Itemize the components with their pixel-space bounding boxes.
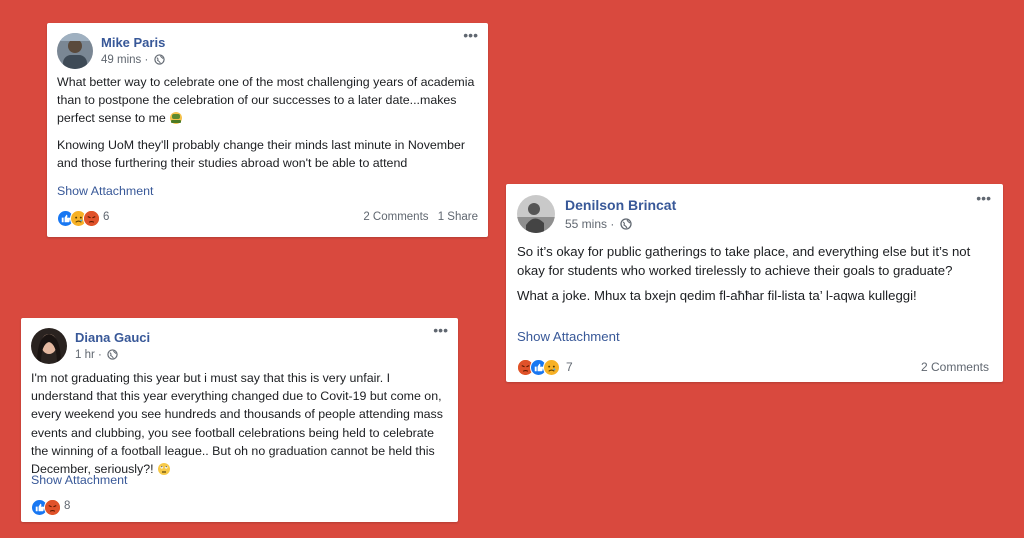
post-time[interactable]: 55 mins ·: [565, 217, 614, 231]
comments-count-link[interactable]: 2 Comments: [921, 360, 989, 374]
post-stats: 2 Comments: [915, 360, 989, 374]
post-paragraph: What a joke. Mhux ta bxejn qedim fl-aħħa…: [517, 288, 917, 303]
post-time[interactable]: 1 hr ·: [75, 349, 102, 361]
post-card-mike-paris: Mike Paris 49 mins · ••• What better way…: [47, 23, 488, 237]
post-meta: 55 mins ·: [565, 217, 632, 233]
globe-icon: [620, 218, 632, 233]
post-body: I'm not graduating this year but i must …: [31, 369, 448, 487]
post-paragraph: So it’s okay for public gatherings to ta…: [517, 244, 971, 278]
eye-roll-emoji-icon: [157, 462, 171, 481]
reaction-count: 8: [64, 500, 71, 512]
post-card-denilson-brincat: Denilson Brincat 55 mins · ••• So it’s o…: [506, 184, 1003, 382]
post-paragraph: Knowing UoM they'll probably change thei…: [57, 138, 466, 170]
globe-icon: [107, 349, 118, 363]
facepalm-emoji-icon: [169, 111, 183, 130]
sad-reaction-icon: [543, 359, 560, 376]
avatar[interactable]: [517, 195, 555, 233]
author-name[interactable]: Denilson Brincat: [565, 197, 676, 213]
shares-count-link[interactable]: 1 Share: [438, 211, 478, 223]
author-name[interactable]: Mike Paris: [101, 35, 165, 50]
angry-reaction-icon: [44, 499, 61, 516]
show-attachment-link[interactable]: Show Attachment: [31, 473, 127, 487]
post-paragraph: I'm not graduating this year but i must …: [31, 369, 448, 481]
post-meta: 49 mins ·: [101, 54, 165, 68]
post-body: So it’s okay for public gatherings to ta…: [517, 242, 993, 311]
avatar[interactable]: [31, 328, 67, 364]
reaction-count: 6: [103, 211, 110, 223]
show-attachment-link[interactable]: Show Attachment: [517, 329, 620, 344]
author-name[interactable]: Diana Gauci: [75, 330, 150, 345]
post-footer: 6 2 Comments 1 Share: [57, 209, 478, 227]
post-stats: 2 Comments 1 Share: [357, 211, 478, 223]
post-meta: 1 hr ·: [75, 349, 118, 363]
post-paragraph: What better way to celebrate one of the …: [57, 73, 478, 130]
comments-count-link[interactable]: 2 Comments: [363, 211, 428, 223]
post-footer: 8: [31, 498, 448, 516]
post-footer: 7 2 Comments: [517, 358, 989, 376]
avatar[interactable]: [57, 33, 93, 69]
more-options-icon[interactable]: •••: [976, 191, 991, 205]
post-card-diana-gauci: Diana Gauci 1 hr · ••• I'm not graduatin…: [21, 318, 458, 522]
show-attachment-link[interactable]: Show Attachment: [57, 184, 153, 198]
globe-icon: [153, 54, 165, 68]
more-options-icon[interactable]: •••: [463, 28, 478, 42]
angry-reaction-icon: [83, 210, 100, 227]
post-time[interactable]: 49 mins ·: [101, 54, 148, 66]
more-options-icon[interactable]: •••: [433, 323, 448, 337]
reaction-count: 7: [566, 360, 573, 374]
post-body: What better way to celebrate one of the …: [57, 73, 478, 178]
